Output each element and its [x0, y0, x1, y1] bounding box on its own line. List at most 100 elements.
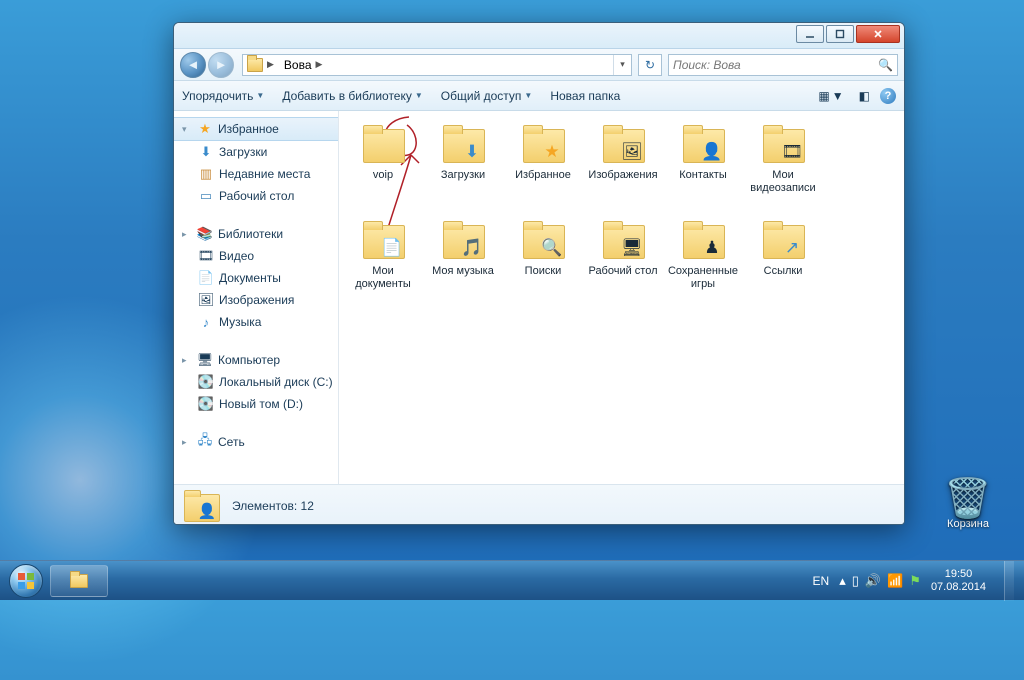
battery-icon[interactable]: ▯	[852, 573, 859, 589]
folder-item[interactable]: 🖼 Изображения	[583, 121, 663, 217]
recycle-bin[interactable]: 🗑️ Корзина	[932, 480, 1004, 530]
system-tray: EN ▴ ▯ 🔊 📶 ⚑ 19:50 07.08.2014	[813, 561, 1018, 601]
folder-overlay-icon: ★	[541, 141, 563, 163]
sidebar-network[interactable]: ▸🖧Сеть	[174, 431, 338, 453]
star-icon: ★	[197, 121, 213, 137]
breadcrumb-current[interactable]: Вова	[284, 58, 312, 72]
folder-overlay-icon: 🎵	[461, 237, 483, 259]
forward-button[interactable]: ►	[208, 52, 234, 78]
network-tray-icon[interactable]: 📶	[887, 573, 903, 589]
minimize-button[interactable]	[796, 25, 824, 43]
folder-overlay-icon: 🎞	[781, 141, 803, 163]
folder-overlay-icon: ♟	[701, 237, 723, 259]
nav-buttons: ◄ ►	[180, 52, 236, 78]
folder-label: Сохраненные игры	[663, 265, 743, 290]
drive-icon: 💽	[198, 396, 214, 412]
folder-overlay-icon: 👤	[701, 141, 723, 163]
close-button[interactable]	[856, 25, 900, 43]
folder-label: Мои документы	[343, 265, 423, 290]
view-mode-button[interactable]: ▦▼	[813, 86, 848, 106]
desktop-icon: ▭	[198, 188, 214, 204]
user-folder-icon	[247, 57, 263, 73]
share-button[interactable]: Общий доступ▼	[441, 89, 533, 103]
document-icon: 📄	[198, 270, 214, 286]
organize-button[interactable]: Упорядочить▼	[182, 89, 264, 103]
folder-label: Изображения	[588, 169, 657, 182]
sidebar-libraries[interactable]: ▸📚Библиотеки	[174, 223, 338, 245]
clock[interactable]: 19:50 07.08.2014	[931, 568, 986, 593]
folder-item[interactable]: ↗Ссылки	[743, 217, 823, 313]
tray-chevron-icon[interactable]: ▴	[839, 573, 846, 589]
folder-item[interactable]: 🖥 Рабочий стол	[583, 217, 663, 313]
refresh-button[interactable]: ↻	[638, 54, 662, 76]
folder-item[interactable]: voip	[343, 121, 423, 217]
titlebar	[174, 23, 904, 49]
start-button[interactable]	[6, 561, 46, 601]
windows-orb-icon	[9, 564, 43, 598]
back-button[interactable]: ◄	[180, 52, 206, 78]
sidebar-item-video[interactable]: 🎞Видео	[174, 245, 338, 267]
add-to-library-button[interactable]: Добавить в библиотеку▼	[282, 89, 422, 103]
folder-item[interactable]: ★ Избранное	[503, 121, 583, 217]
clock-time: 19:50	[931, 568, 986, 581]
taskbar: EN ▴ ▯ 🔊 📶 ⚑ 19:50 07.08.2014	[0, 560, 1024, 600]
action-center-icon[interactable]: ⚑	[909, 573, 921, 589]
music-icon: ♪	[198, 314, 214, 330]
taskbar-explorer[interactable]	[50, 565, 108, 597]
sidebar-computer[interactable]: ▸🖥Компьютер	[174, 349, 338, 371]
new-folder-button[interactable]: Новая папка	[550, 89, 620, 103]
folder-item[interactable]: 🎞 Мои видеозаписи	[743, 121, 823, 217]
volume-icon[interactable]: 🔊	[865, 573, 881, 589]
sidebar-favorites[interactable]: ▾★Избранное	[174, 117, 338, 141]
folder-item[interactable]: 👤 Контакты	[663, 121, 743, 217]
folder-overlay-icon: 🔍	[541, 237, 563, 259]
recent-icon: ▥	[198, 166, 214, 182]
folder-label: Мои видеозаписи	[743, 169, 823, 194]
sidebar-item-drive-c[interactable]: 💽Локальный диск (C:)	[174, 371, 338, 393]
library-icon: 📚	[197, 226, 213, 242]
view-grid-icon: ▦	[818, 89, 829, 103]
folder-label: Рабочий стол	[588, 265, 657, 278]
drive-icon: 💽	[198, 374, 214, 390]
folder-label: Поиски	[525, 265, 562, 278]
details-pane: 👤 Элементов: 12	[174, 484, 904, 525]
sidebar-item-music[interactable]: ♪Музыка	[174, 311, 338, 333]
address-bar[interactable]: ▶ Вова ▶ ▾	[242, 54, 632, 76]
explorer-window: ◄ ► ▶ Вова ▶ ▾ ↻ Поиск: Вова 🔍 Упорядочи…	[173, 22, 905, 525]
clock-date: 07.08.2014	[931, 581, 986, 594]
folder-label: Контакты	[679, 169, 727, 182]
search-input[interactable]: Поиск: Вова 🔍	[668, 54, 898, 76]
help-icon[interactable]: ?	[880, 88, 896, 104]
folder-item[interactable]: 📄Мои документы	[343, 217, 423, 313]
sidebar-item-recent[interactable]: ▥Недавние места	[174, 163, 338, 185]
folder-overlay-icon: 🖥	[621, 237, 643, 259]
video-icon: 🎞	[198, 248, 214, 264]
folder-label: Загрузки	[441, 169, 485, 182]
preview-pane-button[interactable]: ◧	[859, 89, 870, 103]
folder-item[interactable]: ⬇Загрузки	[423, 121, 503, 217]
folder-overlay-icon: 🖼	[621, 141, 643, 163]
computer-icon: 🖥	[197, 352, 213, 368]
address-dropdown[interactable]: ▾	[613, 55, 631, 75]
show-desktop-button[interactable]	[1004, 561, 1014, 601]
recycle-bin-icon: 🗑️	[932, 480, 1004, 518]
sidebar-item-documents[interactable]: 📄Документы	[174, 267, 338, 289]
folder-overlay-icon: ↗	[781, 237, 803, 259]
toolbar: Упорядочить▼ Добавить в библиотеку▼ Общи…	[174, 81, 904, 111]
folder-content[interactable]: voip⬇Загрузки ★ Избранное 🖼 Изображения 👤 Конт…	[339, 111, 904, 484]
sidebar-item-drive-d[interactable]: 💽Новый том (D:)	[174, 393, 338, 415]
folder-label: Моя музыка	[432, 265, 494, 278]
folder-item[interactable]: 🔍 Поиски	[503, 217, 583, 313]
network-icon: 🖧	[197, 434, 213, 450]
maximize-button[interactable]	[826, 25, 854, 43]
language-indicator[interactable]: EN	[813, 574, 830, 588]
folder-label: Избранное	[515, 169, 571, 182]
sidebar: ▾★Избранное ⬇Загрузки ▥Недавние места ▭Р…	[174, 111, 339, 484]
download-icon: ⬇	[198, 144, 214, 160]
folder-item[interactable]: 🎵 Моя музыка	[423, 217, 503, 313]
sidebar-item-downloads[interactable]: ⬇Загрузки	[174, 141, 338, 163]
sidebar-item-images[interactable]: 🖼Изображения	[174, 289, 338, 311]
folder-item[interactable]: ♟ Сохраненные игры	[663, 217, 743, 313]
sidebar-item-desktop[interactable]: ▭Рабочий стол	[174, 185, 338, 207]
search-icon: 🔍	[878, 58, 893, 72]
